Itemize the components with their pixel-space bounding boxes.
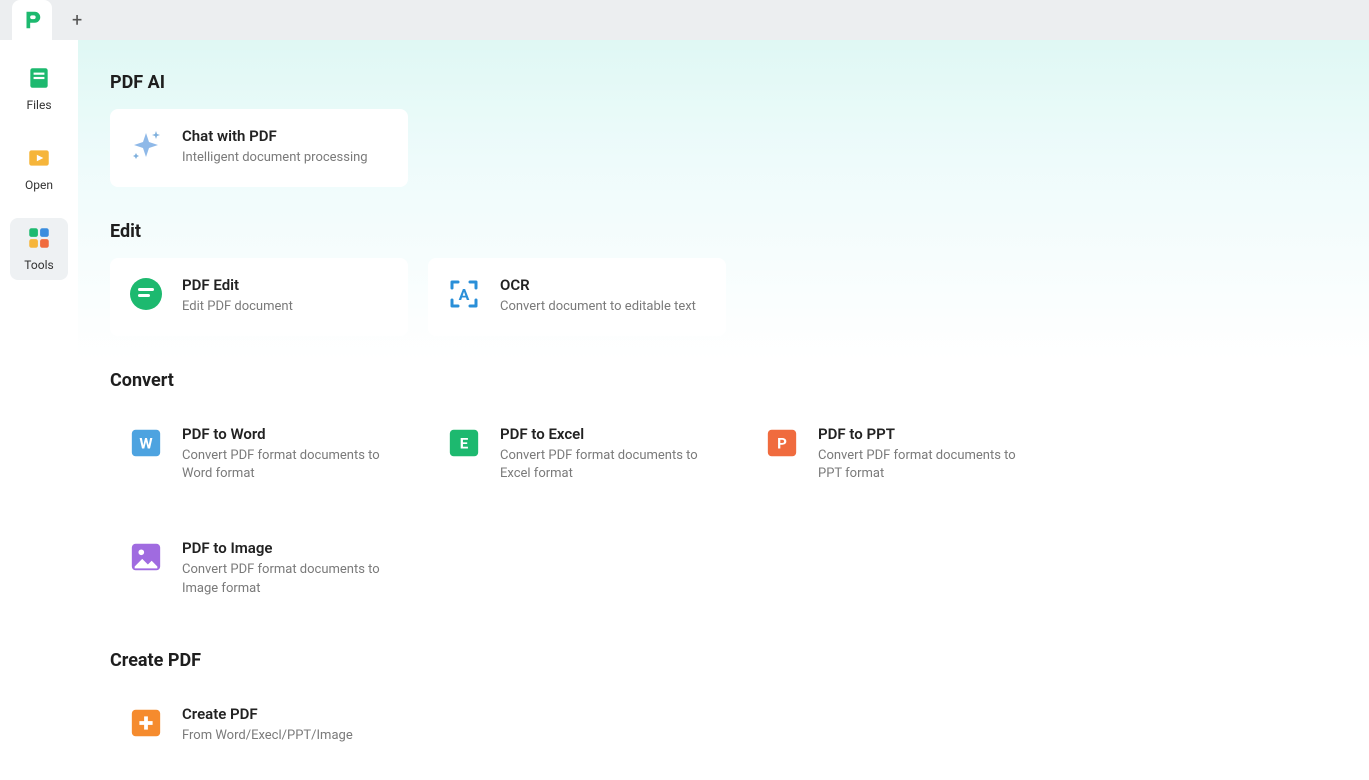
cards-edit: PDF Edit Edit PDF document A OCR Convert…	[110, 258, 1337, 336]
ppt-icon: P	[764, 425, 800, 461]
card-title: Chat with PDF	[182, 127, 368, 145]
sidebar-label-files: Files	[26, 98, 51, 112]
card-title: PDF to Word	[182, 425, 390, 443]
card-pdf-to-word[interactable]: W PDF to Word Convert PDF format documen…	[110, 407, 408, 501]
card-title: PDF to Image	[182, 539, 390, 557]
card-ocr[interactable]: A OCR Convert document to editable text	[428, 258, 726, 336]
cards-ai: Chat with PDF Intelligent document proce…	[110, 109, 1337, 187]
svg-text:A: A	[459, 285, 470, 304]
card-desc: Convert PDF format documents to PPT form…	[818, 447, 1026, 483]
svg-text:P: P	[777, 435, 787, 453]
sidebar-label-tools: Tools	[24, 258, 53, 272]
top-tab-bar: +	[0, 0, 1369, 40]
card-pdf-edit[interactable]: PDF Edit Edit PDF document	[110, 258, 408, 336]
app-logo-icon	[21, 9, 43, 31]
sparkle-icon	[128, 127, 164, 163]
section-title-ai: PDF AI	[110, 72, 1337, 93]
new-tab-button[interactable]: +	[72, 10, 82, 31]
open-icon	[25, 144, 53, 172]
content-area: PDF AI Chat with PDF Intelligent documen…	[78, 40, 1369, 780]
sidebar-label-open: Open	[25, 178, 53, 192]
card-pdf-to-image[interactable]: PDF to Image Convert PDF format document…	[110, 521, 408, 615]
section-title-edit: Edit	[110, 221, 1337, 242]
section-title-convert: Convert	[110, 370, 1337, 391]
card-desc: Convert document to editable text	[500, 298, 696, 316]
image-icon	[128, 539, 164, 575]
card-pdf-to-ppt[interactable]: P PDF to PPT Convert PDF format document…	[746, 407, 1044, 501]
svg-text:E: E	[460, 435, 469, 453]
sidebar-item-files[interactable]: Files	[10, 58, 68, 120]
card-title: PDF to Excel	[500, 425, 708, 443]
card-create-pdf[interactable]: Create PDF From Word/Execl/PPT/Image	[110, 687, 408, 765]
tools-icon	[25, 224, 53, 252]
card-desc: From Word/Execl/PPT/Image	[182, 727, 353, 745]
sidebar-item-open[interactable]: Open	[10, 138, 68, 200]
pdf-edit-icon	[128, 276, 164, 312]
card-title: PDF to PPT	[818, 425, 1026, 443]
cards-convert: W PDF to Word Convert PDF format documen…	[110, 407, 1337, 616]
cards-create: Create PDF From Word/Execl/PPT/Image	[110, 687, 1337, 765]
card-desc: Intelligent document processing	[182, 149, 368, 167]
ocr-icon: A	[446, 276, 482, 312]
card-title: Create PDF	[182, 705, 353, 723]
sidebar-item-tools[interactable]: Tools	[10, 218, 68, 280]
sidebar: Files Open Tools	[0, 40, 78, 780]
app-logo-tab[interactable]	[12, 0, 52, 40]
svg-text:W: W	[139, 435, 152, 453]
card-chat-with-pdf[interactable]: Chat with PDF Intelligent document proce…	[110, 109, 408, 187]
card-title: OCR	[500, 276, 696, 294]
word-icon: W	[128, 425, 164, 461]
card-pdf-to-excel[interactable]: E PDF to Excel Convert PDF format docume…	[428, 407, 726, 501]
excel-icon: E	[446, 425, 482, 461]
files-icon	[25, 64, 53, 92]
section-title-create: Create PDF	[110, 650, 1337, 671]
card-title: PDF Edit	[182, 276, 293, 294]
card-desc: Convert PDF format documents to Excel fo…	[500, 447, 708, 483]
card-desc: Convert PDF format documents to Word for…	[182, 447, 390, 483]
card-desc: Convert PDF format documents to Image fo…	[182, 561, 390, 597]
create-pdf-icon	[128, 705, 164, 741]
card-desc: Edit PDF document	[182, 298, 293, 316]
